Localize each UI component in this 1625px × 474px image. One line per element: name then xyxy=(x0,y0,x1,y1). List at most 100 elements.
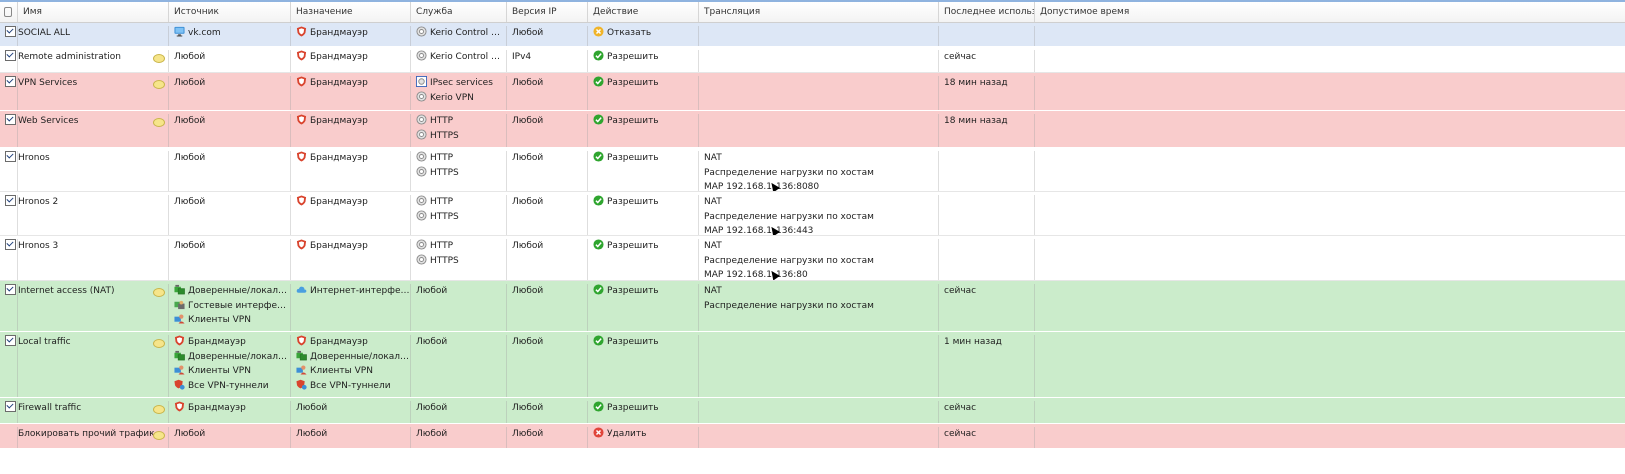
column-header-source[interactable]: Источник xyxy=(169,2,291,22)
service-item[interactable]: HTTPS xyxy=(416,128,506,144)
destination-item[interactable]: Любой xyxy=(296,401,410,416)
rule-row[interactable]: Web Services Любой Брандмауэр HTTP HTTPS Любо… xyxy=(0,111,1625,148)
service-item[interactable]: Любой xyxy=(416,427,506,442)
comment-icon[interactable] xyxy=(153,405,165,414)
destination-item[interactable]: Брандмауэр xyxy=(296,114,410,129)
comment-icon[interactable] xyxy=(153,431,165,440)
firewall-shield-icon xyxy=(296,151,307,162)
rule-row[interactable]: Firewall traffic Брандмауэр Любой Любой Любо… xyxy=(0,398,1625,424)
action-value[interactable]: Разрешить xyxy=(593,401,698,416)
action-value[interactable]: Разрешить xyxy=(593,335,698,350)
service-item[interactable]: Любой xyxy=(416,401,506,416)
column-header-service[interactable]: Служба xyxy=(411,2,507,22)
source-item[interactable]: Доверенные/локальн... xyxy=(174,350,290,365)
service-item[interactable]: Любой xyxy=(416,335,506,350)
rule-row[interactable]: Hronos 2 Любой Брандмауэр HTTP HTTPS Любой Раз… xyxy=(0,192,1625,236)
rule-row[interactable]: Блокировать прочий трафик Любой Любой Любой… xyxy=(0,424,1625,449)
service-item[interactable]: HTTP xyxy=(416,151,506,166)
comment-icon[interactable] xyxy=(153,80,165,89)
destination-item[interactable]: Брандмауэр xyxy=(296,239,410,254)
service-item[interactable]: IPsec services xyxy=(416,76,506,91)
source-item[interactable]: Брандмауэр xyxy=(174,335,290,350)
comment-icon[interactable] xyxy=(153,339,165,348)
service-item[interactable]: Kerio Control W... xyxy=(416,50,506,65)
action-value[interactable]: Разрешить xyxy=(593,151,698,166)
source-item[interactable]: Любой xyxy=(174,195,290,210)
action-value[interactable]: Удалить xyxy=(593,427,698,442)
rule-row[interactable]: Hronos 3 Любой Брандмауэр HTTP HTTPS Любой Раз… xyxy=(0,236,1625,281)
comment-icon[interactable] xyxy=(153,118,165,127)
destination-item[interactable]: Брандмауэр xyxy=(296,50,410,65)
action-value[interactable]: Разрешить xyxy=(593,76,698,91)
source-item[interactable]: Любой xyxy=(174,427,290,442)
action-value[interactable]: Разрешить xyxy=(593,50,698,65)
rule-name: Remote administration xyxy=(18,52,121,62)
rule-enabled-checkbox[interactable] xyxy=(5,335,16,346)
destination-item[interactable]: Клиенты VPN xyxy=(296,364,410,379)
action-value[interactable]: Разрешить xyxy=(593,195,698,210)
rule-row[interactable]: Local traffic Брандмауэр Доверенные/локаль… xyxy=(0,332,1625,398)
rule-enabled-checkbox[interactable] xyxy=(5,151,16,162)
service-item[interactable]: HTTPS xyxy=(416,253,506,269)
rule-enabled-checkbox[interactable] xyxy=(5,114,16,125)
column-header-allowed-time[interactable]: Допустимое время xyxy=(1035,2,1625,22)
rule-row[interactable]: SOCIAL ALL vk.com Брандмауэр Kerio Control … xyxy=(0,23,1625,47)
service-item[interactable]: HTTPS xyxy=(416,165,506,181)
destination-item[interactable]: Все VPN-туннели xyxy=(296,379,410,394)
service-item[interactable]: Kerio VPN xyxy=(416,90,506,106)
rule-row[interactable]: Hronos Любой Брандмауэр HTTP HTTPS Любой Разре… xyxy=(0,148,1625,192)
service-item[interactable]: HTTP xyxy=(416,239,506,254)
source-item[interactable]: Любой xyxy=(174,50,290,65)
destination-item[interactable]: Доверенные/локальн... xyxy=(296,350,410,365)
service-item[interactable]: HTTPS xyxy=(416,209,506,225)
source-item[interactable]: Все VPN-туннели xyxy=(174,379,290,394)
rule-enabled-checkbox[interactable] xyxy=(5,284,16,295)
destination-item[interactable]: Брандмауэр xyxy=(296,335,410,350)
rule-row[interactable]: VPN Services Любой Брандмауэр IPsec service… xyxy=(0,73,1625,111)
source-item[interactable]: Доверенные/локаль... xyxy=(174,284,290,299)
destination-item[interactable]: Любой xyxy=(296,427,410,442)
column-header-destination[interactable]: Назначение xyxy=(291,2,411,22)
source-item[interactable]: Любой xyxy=(174,239,290,254)
rule-enabled-checkbox[interactable] xyxy=(5,26,16,37)
source-item[interactable]: Клиенты VPN xyxy=(174,364,290,379)
destination-item[interactable]: Интернет-интерфейсы xyxy=(296,284,410,299)
column-header-last-used[interactable]: Последнее использо... xyxy=(939,2,1035,22)
rule-enabled-checkbox[interactable] xyxy=(5,76,16,87)
service-item[interactable]: HTTP xyxy=(416,195,506,210)
rule-enabled-checkbox[interactable] xyxy=(5,401,16,412)
source-item[interactable]: Брандмауэр xyxy=(174,401,290,416)
column-header-action[interactable]: Действие xyxy=(588,2,699,22)
comment-icon[interactable] xyxy=(153,54,165,63)
source-item[interactable]: Любой xyxy=(174,76,290,91)
destination-item[interactable]: Брандмауэр xyxy=(296,151,410,166)
source-item[interactable]: Любой xyxy=(174,151,290,166)
column-header-name[interactable]: Имя xyxy=(18,2,169,22)
destination-item[interactable]: Брандмауэр xyxy=(296,26,410,41)
service-item[interactable]: Любой xyxy=(416,284,506,299)
source-item[interactable]: Клиенты VPN xyxy=(174,313,290,328)
rule-enabled-checkbox[interactable] xyxy=(5,195,16,206)
last-used-value: сейчас xyxy=(944,52,977,62)
action-value[interactable]: Отказать xyxy=(593,26,698,41)
action-value[interactable]: Разрешить xyxy=(593,114,698,129)
column-header-ip-version[interactable]: Версия IP xyxy=(507,2,588,22)
source-item[interactable]: Гостевые интерфейсы xyxy=(174,299,290,314)
rule-row[interactable]: Internet access (NAT) Доверенные/локаль..… xyxy=(0,281,1625,332)
allowed-time-value xyxy=(1040,76,1625,91)
comment-icon[interactable] xyxy=(153,288,165,297)
column-header-translation[interactable]: Трансляция xyxy=(699,2,939,22)
action-value[interactable]: Разрешить xyxy=(593,284,698,299)
service-item[interactable]: HTTP xyxy=(416,114,506,129)
service-item[interactable]: Kerio Control W... xyxy=(416,26,506,41)
source-item[interactable]: vk.com xyxy=(174,26,290,41)
rule-row[interactable]: Remote administration Любой Брандмауэр Keri… xyxy=(0,47,1625,73)
rule-enabled-checkbox[interactable] xyxy=(5,50,16,61)
cell-last-used xyxy=(939,195,1035,235)
destination-item[interactable]: Брандмауэр xyxy=(296,76,410,91)
column-header-checkbox[interactable] xyxy=(0,2,18,22)
rule-enabled-checkbox[interactable] xyxy=(5,239,16,250)
destination-item[interactable]: Брандмауэр xyxy=(296,195,410,210)
action-value[interactable]: Разрешить xyxy=(593,239,698,254)
source-item[interactable]: Любой xyxy=(174,114,290,129)
